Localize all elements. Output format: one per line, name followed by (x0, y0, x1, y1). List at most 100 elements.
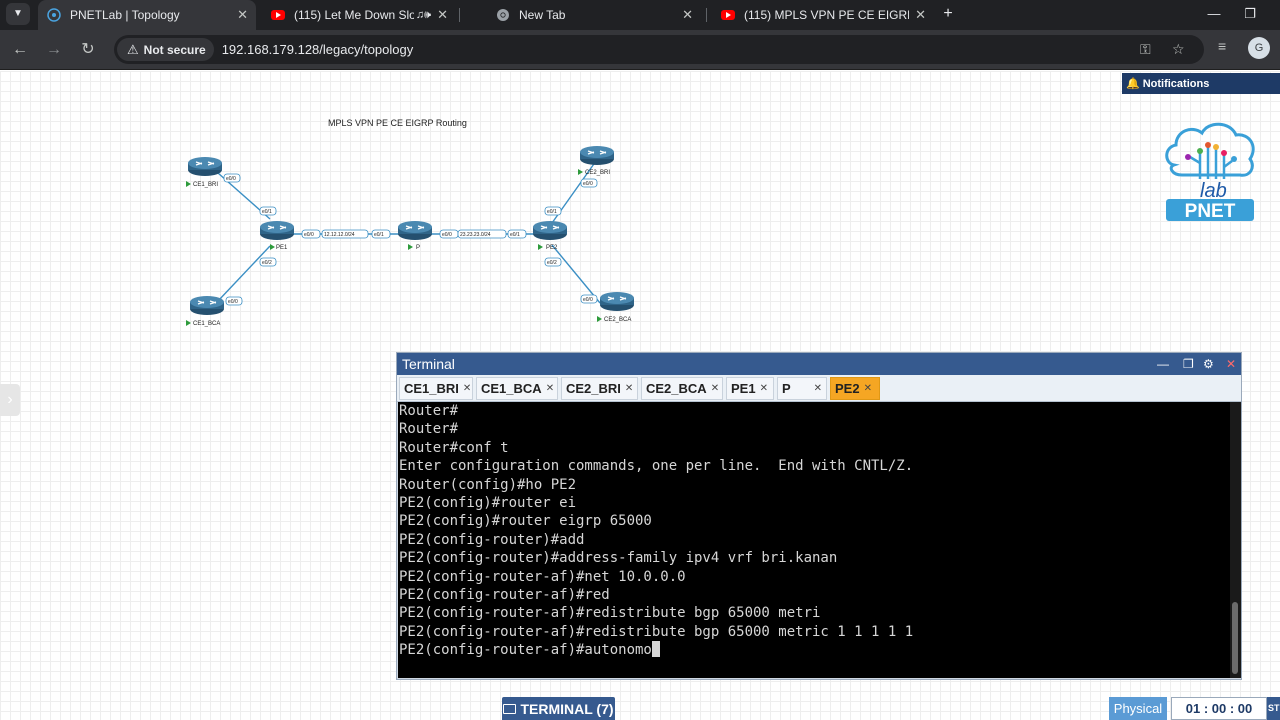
browser-tab-youtube-music[interactable]: (115) Let Me Down Slowly ♫🕪 ✕ (262, 0, 456, 30)
terminal-button-label: TERMINAL (7) (520, 700, 614, 717)
terminal-tab-ce2-bca[interactable]: CE2_BCA ✕ (641, 377, 723, 400)
physical-view-button[interactable]: Physical (1109, 697, 1167, 720)
terminal-tab-p[interactable]: P ✕ (777, 377, 827, 400)
terminal-console[interactable]: Router# Router# Router#conf t Enter conf… (398, 402, 1230, 678)
youtube-icon (270, 7, 286, 23)
back-button[interactable]: ← (8, 38, 32, 62)
terminal-taskbar-button[interactable]: TERMINAL (7) (502, 697, 615, 720)
close-tab-icon[interactable]: ✕ (711, 383, 719, 394)
close-tab-icon[interactable]: ✕ (682, 7, 693, 23)
tab-label: PE2 (835, 381, 860, 396)
router-p[interactable]: P (397, 220, 433, 251)
terminal-tab-ce1-bca[interactable]: CE1_BCA ✕ (476, 377, 558, 400)
tab-title: PNETLab | Topology (70, 8, 180, 22)
svg-text:12.12.12.0/24: 12.12.12.0/24 (324, 232, 355, 238)
close-tab-icon[interactable]: ✕ (237, 7, 248, 23)
router-ce1-bca[interactable]: CE1_BCA (186, 295, 225, 327)
browser-tab-new-tab[interactable]: New Tab ✕ (487, 0, 701, 30)
chrome-icon (495, 7, 511, 23)
site-info-button[interactable]: ⚠ Not secure (117, 38, 214, 61)
close-tab-icon[interactable]: ✕ (814, 383, 822, 394)
reading-list-icon[interactable]: ≡ (1218, 38, 1226, 54)
address-bar[interactable]: ⚠ Not secure 192.168.179.128/legacy/topo… (114, 35, 1204, 64)
settings-gear-icon[interactable]: ⚙ (1203, 353, 1214, 375)
browser-toolbar: ← → ↻ ⚠ Not secure 192.168.179.128/legac… (0, 30, 1280, 70)
warning-icon: ⚠ (127, 41, 139, 57)
port-label: e0/0 (580, 294, 598, 304)
running-indicator-icon (270, 244, 275, 250)
running-indicator-icon (186, 181, 191, 187)
st-button[interactable]: ST (1267, 697, 1280, 720)
bookmark-star-icon[interactable]: ☆ (1172, 41, 1185, 58)
url-text[interactable]: 192.168.179.128/legacy/topology (222, 42, 414, 57)
close-tab-icon[interactable]: ✕ (864, 383, 872, 394)
router-pe1[interactable]: PE1 (259, 220, 295, 251)
tab-label: CE1_BRI (404, 381, 459, 396)
svg-text:e0/0: e0/0 (442, 232, 452, 238)
console-line: Router(config)#ho PE2 (399, 476, 577, 493)
pnet-favicon-icon (46, 7, 62, 23)
port-label: e0/1 (544, 206, 562, 216)
terminal-scrollbar[interactable] (1230, 402, 1241, 678)
tab-label: CE2_BCA (646, 381, 707, 396)
terminal-title-bar[interactable]: Terminal (397, 353, 1241, 375)
terminal-tab-pe1[interactable]: PE1 ✕ (726, 377, 774, 400)
console-line: PE2(config-router-af)#redistribute bgp 6… (399, 605, 821, 622)
topology-canvas[interactable]: › 🔔 Notifications lab PNET MPLS VPN PE C… (0, 71, 1280, 720)
console-line: Router# (399, 403, 459, 419)
password-key-icon[interactable]: ⚿ (1140, 41, 1151, 58)
port-label: e0/0 (580, 178, 598, 188)
svg-text:e0/1: e0/1 (510, 232, 520, 238)
console-input[interactable]: PE2(config-router-af)#autonomo (399, 642, 652, 658)
router-ce2-bca[interactable]: CE2_BCA (597, 291, 635, 323)
close-tab-icon[interactable]: ✕ (437, 7, 448, 23)
console-line: Router# (399, 421, 459, 438)
security-label: Not secure (143, 42, 206, 57)
node-label-ce2-bri: CE2_BRI (585, 170, 610, 176)
tab-search-button[interactable]: ▼ (6, 3, 30, 25)
terminal-tab-ce2-bri[interactable]: CE2_BRI ✕ (561, 377, 638, 400)
terminal-tab-ce1-bri[interactable]: CE1_BRI ✕ (399, 377, 473, 400)
minimize-window-button[interactable]: — (1196, 0, 1232, 30)
close-terminal-icon[interactable]: ✕ (1226, 353, 1236, 375)
close-tab-icon[interactable]: ✕ (915, 7, 926, 23)
forward-button[interactable]: → (42, 38, 66, 62)
new-tab-button[interactable]: + (938, 3, 958, 25)
svg-text:e0/0: e0/0 (583, 297, 593, 303)
browser-tab-pnetlab[interactable]: PNETLab | Topology ✕ (38, 0, 256, 30)
minimize-terminal-button[interactable]: — (1157, 353, 1169, 375)
browser-tab-strip: ▼ PNETLab | Topology ✕ (115) Let Me Down… (0, 0, 1280, 30)
node-label-ce1-bri: CE1_BRI (193, 182, 218, 188)
node-label-p: P (416, 245, 420, 251)
router-pe2[interactable]: PE2 (532, 220, 568, 251)
console-line: PE2(config-router-af)#net 10.0.0.0 (399, 568, 686, 585)
close-tab-icon[interactable]: ✕ (625, 383, 633, 394)
running-indicator-icon (538, 244, 543, 250)
close-tab-icon[interactable]: ✕ (760, 383, 768, 394)
link-ce2bca-pe2 (551, 244, 601, 304)
browser-tab-youtube-mpls[interactable]: (115) MPLS VPN PE CE EIGRP R ✕ (712, 0, 934, 30)
terminal-window[interactable]: Terminal — ❐ ⚙ ✕ CE1_BRI ✕ CE1_BCA ✕ CE2_B… (396, 352, 1242, 680)
running-indicator-icon (597, 316, 602, 322)
audio-playing-icon[interactable]: ♫🕪 (416, 9, 431, 22)
tab-title: (115) MPLS VPN PE CE EIGRP R (744, 8, 910, 22)
close-tab-icon[interactable]: ✕ (463, 383, 471, 394)
tab-label: PE1 (731, 381, 756, 396)
console-line: PE2(config-router)#add (399, 531, 585, 548)
console-line: PE2(config-router)#address-family ipv4 v… (399, 550, 838, 567)
terminal-tab-pe2[interactable]: PE2 ✕ (830, 377, 880, 400)
router-ce1-bri[interactable]: CE1_BRI (186, 156, 223, 188)
tab-separator (706, 8, 707, 22)
tab-label: CE2_BRI (566, 381, 621, 396)
console-line: PE2(config)#router ei (399, 494, 577, 511)
reload-button[interactable]: ↻ (76, 38, 100, 62)
scrollbar-thumb[interactable] (1232, 602, 1238, 674)
router-ce2-bri[interactable]: CE2_BRI (578, 145, 615, 176)
node-label-ce1-bca: CE1_BCA (193, 321, 220, 327)
svg-text:e0/2: e0/2 (547, 260, 557, 266)
running-indicator-icon (186, 320, 191, 326)
maximize-window-button[interactable]: ❐ (1232, 0, 1268, 30)
close-tab-icon[interactable]: ✕ (546, 383, 554, 394)
detach-terminal-icon[interactable]: ❐ (1183, 353, 1194, 375)
profile-avatar[interactable]: G (1248, 37, 1270, 59)
